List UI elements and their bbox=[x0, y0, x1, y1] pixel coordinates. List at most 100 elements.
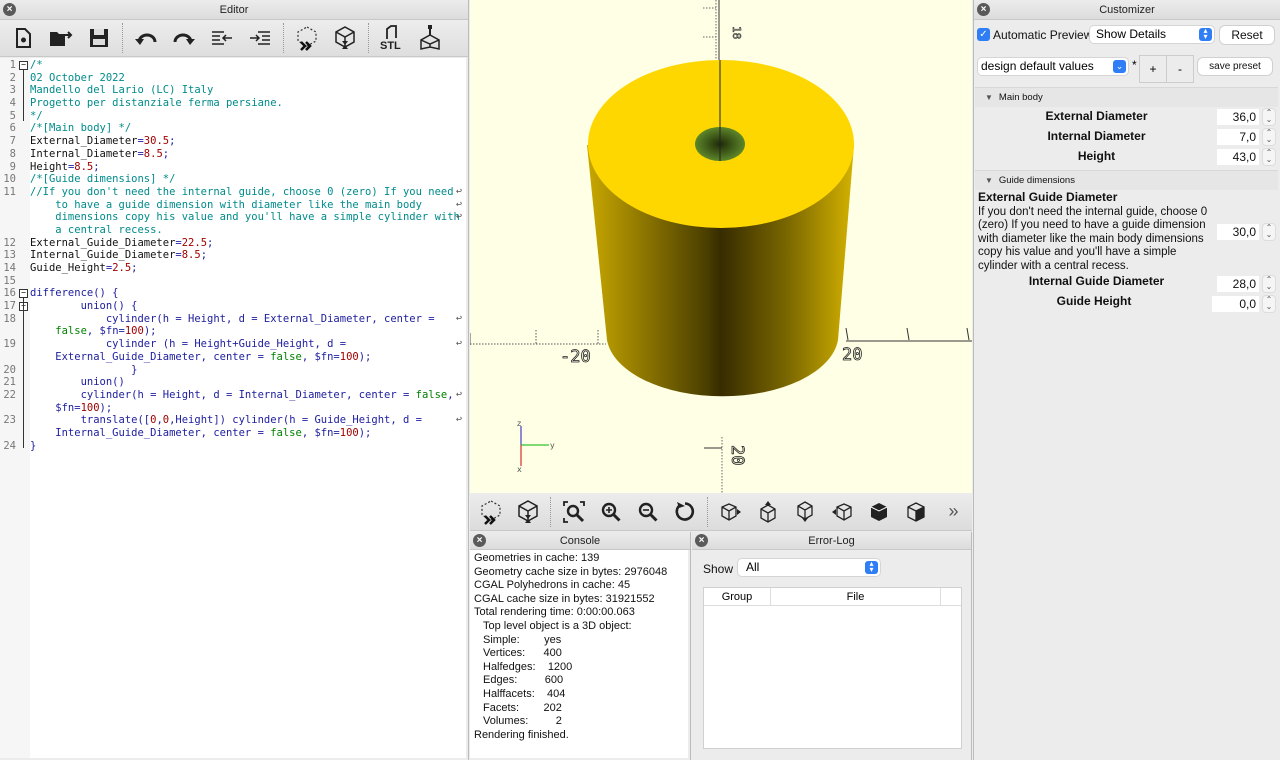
open-file-button[interactable] bbox=[42, 22, 80, 54]
reset-view-button[interactable] bbox=[666, 496, 703, 528]
code-line[interactable]: 11 //If you don't need the internal guide… bbox=[3, 186, 466, 199]
view-all-button[interactable] bbox=[555, 496, 592, 528]
code-editor[interactable]: 1−/* 2 02 October 2022 3 Mandello del Lario … bbox=[0, 58, 466, 758]
code-line[interactable]: 22 cylinder(h = Height, d = Internal_Dia… bbox=[3, 389, 466, 402]
send-to-print-button[interactable] bbox=[411, 22, 449, 54]
code-line[interactable]: 12 External_Guide_Diameter = 22.5; bbox=[3, 236, 466, 250]
code-line[interactable]: 14 Guide_Height = 2.5; bbox=[3, 262, 466, 275]
view-front-button[interactable] bbox=[861, 496, 898, 528]
code-line[interactable]: dimensions copy his value and you'll hav… bbox=[30, 211, 466, 224]
zoom-out-button[interactable] bbox=[629, 496, 666, 528]
code-line[interactable]: 9 Height = 8.5; bbox=[10, 161, 466, 174]
view-back-button[interactable] bbox=[898, 496, 935, 528]
column-header-group[interactable]: Group bbox=[704, 588, 771, 605]
internal-guide-diameter-input[interactable]: 28,0 bbox=[1217, 276, 1259, 292]
height-input[interactable]: 43,0 bbox=[1217, 149, 1259, 165]
view-bottom-button[interactable] bbox=[787, 496, 824, 528]
preset-select[interactable]: design default values ⌄ bbox=[978, 58, 1128, 75]
internal-diameter-input[interactable]: 7,0 bbox=[1217, 129, 1259, 145]
code-line[interactable]: 5 */ bbox=[10, 110, 466, 123]
axis-label-right: 20 bbox=[842, 345, 862, 365]
code-line[interactable]: 21 union() bbox=[3, 376, 466, 389]
details-select[interactable]: Show Details ▴ ▾ bbox=[1090, 26, 1214, 43]
code-line[interactable]: 20 } bbox=[3, 364, 466, 377]
external-diameter-input[interactable]: 36,0 bbox=[1217, 109, 1259, 125]
close-editor-icon[interactable]: × bbox=[3, 3, 16, 16]
column-header-file[interactable]: File bbox=[771, 588, 941, 605]
indent-button[interactable] bbox=[241, 22, 279, 54]
code-line[interactable]: 2 02 October 2022 bbox=[10, 72, 466, 85]
preview-button[interactable] bbox=[472, 496, 509, 528]
code-line[interactable]: 16− difference() { bbox=[3, 287, 466, 300]
updown-chevron-icon: ▴ ▾ bbox=[1199, 27, 1212, 41]
code-line[interactable]: 3 Mandello del Lario (LC) Italy bbox=[10, 84, 466, 97]
code-line[interactable]: 7 External_Diameter = 30.5; bbox=[10, 135, 466, 148]
customizer-titlebar: × Customizer bbox=[974, 0, 1280, 20]
zoom-in-button[interactable] bbox=[592, 496, 629, 528]
code-line[interactable]: 13 Internal_Guide_Diameter = 8.5; bbox=[3, 249, 466, 262]
group-guide-dimensions[interactable]: ▼ Guide dimensions bbox=[975, 170, 1278, 190]
new-file-button[interactable] bbox=[4, 22, 42, 54]
external-diameter-spinner[interactable]: ⌃ ⌄ bbox=[1263, 109, 1275, 125]
code-line[interactable]: 15 bbox=[3, 275, 466, 288]
code-line[interactable]: 19 cylinder (h = Height+Guide_Height, d … bbox=[3, 338, 466, 351]
param-label: Guide Height bbox=[1056, 294, 1132, 308]
code-token: 22.5 bbox=[181, 236, 208, 249]
code-line[interactable]: 23 translate([0, 0 ,Height]) cylinder(h = … bbox=[3, 414, 466, 427]
more-toolbar-button[interactable]: » bbox=[935, 496, 972, 528]
code-line[interactable]: a central recess. bbox=[30, 224, 466, 237]
code-token: 2.5 bbox=[112, 262, 132, 274]
code-line[interactable]: 6 /*[Main body] */ bbox=[10, 122, 466, 135]
console-titlebar: × Console bbox=[470, 532, 690, 550]
internal-diameter-spinner[interactable]: ⌃ ⌄ bbox=[1263, 129, 1275, 145]
code-line[interactable]: External_Guide_Diameter, center = false,… bbox=[30, 351, 466, 364]
reset-button[interactable]: Reset bbox=[1220, 26, 1274, 44]
code-line[interactable]: Internal_Guide_Diameter, center = false,… bbox=[30, 427, 466, 440]
editor-title: Editor bbox=[219, 4, 249, 16]
render-button[interactable] bbox=[326, 22, 364, 54]
view-right-button[interactable] bbox=[712, 496, 749, 528]
code-text[interactable]: 1−/* 2 02 October 2022 3 Mandello del Lario … bbox=[3, 58, 466, 758]
code-line[interactable]: false, $fn= 100); bbox=[30, 325, 466, 338]
unindent-button[interactable] bbox=[203, 22, 241, 54]
automatic-preview-checkbox[interactable]: ✓ bbox=[977, 28, 990, 41]
save-file-button[interactable] bbox=[80, 22, 118, 54]
guide-height-spinner[interactable]: ⌃ ⌄ bbox=[1263, 296, 1275, 312]
code-line[interactable]: 17− union() { bbox=[3, 300, 466, 313]
guide-height-input[interactable]: 0,0 bbox=[1212, 296, 1259, 312]
code-line[interactable]: $fn= 100); bbox=[30, 402, 466, 415]
code-line[interactable]: 4 Progetto per distanziale ferma persiane… bbox=[10, 97, 466, 110]
code-line[interactable]: 24} bbox=[3, 440, 466, 453]
show-filter-select[interactable]: All ▴ ▾ bbox=[738, 559, 880, 576]
console-line: Halffacets: 404 bbox=[483, 687, 566, 700]
save-preset-button[interactable]: save preset bbox=[1198, 58, 1272, 75]
view-top-button[interactable] bbox=[750, 496, 787, 528]
internal-guide-diameter-spinner[interactable]: ⌃ ⌄ bbox=[1263, 276, 1275, 292]
close-error-log-icon[interactable]: × bbox=[695, 534, 708, 547]
redo-button[interactable] bbox=[165, 22, 203, 54]
view-left-button[interactable] bbox=[824, 496, 861, 528]
render-button[interactable] bbox=[509, 496, 546, 528]
height-spinner[interactable]: ⌃ ⌄ bbox=[1263, 149, 1275, 165]
close-console-icon[interactable]: × bbox=[473, 534, 486, 547]
preview-button[interactable] bbox=[288, 22, 326, 54]
export-stl-button[interactable]: STL bbox=[373, 22, 411, 54]
3d-scene[interactable]: -20 20 20 18 z y x bbox=[470, 0, 972, 493]
view-top-icon bbox=[760, 500, 776, 523]
code-line[interactable]: to have a guide dimension with diameter … bbox=[30, 199, 466, 212]
code-line[interactable]: 10 /*[Guide dimensions] */ bbox=[3, 173, 466, 186]
3d-viewport[interactable]: -20 20 20 18 z y x bbox=[470, 0, 972, 493]
code-line[interactable]: 8 Internal_Diameter = 8.5; bbox=[10, 148, 466, 161]
code-line[interactable]: 18 cylinder(h = Height, d = External_Dia… bbox=[3, 313, 466, 326]
automatic-preview-label: Automatic Preview bbox=[993, 28, 1093, 42]
external-guide-diameter-input[interactable]: 30,0 bbox=[1217, 224, 1259, 240]
group-main-body-title: Main body bbox=[998, 92, 1043, 103]
external-guide-diameter-spinner[interactable]: ⌃ ⌄ bbox=[1263, 224, 1275, 240]
remove-preset-button[interactable]: - bbox=[1166, 55, 1194, 83]
group-main-body[interactable]: ▼ Main body bbox=[975, 87, 1278, 107]
cylinder-model[interactable] bbox=[587, 60, 854, 397]
close-customizer-icon[interactable]: × bbox=[977, 3, 990, 16]
code-line[interactable]: 1−/* bbox=[10, 59, 466, 72]
add-preset-button[interactable]: + bbox=[1139, 55, 1167, 83]
undo-button[interactable] bbox=[127, 22, 165, 54]
